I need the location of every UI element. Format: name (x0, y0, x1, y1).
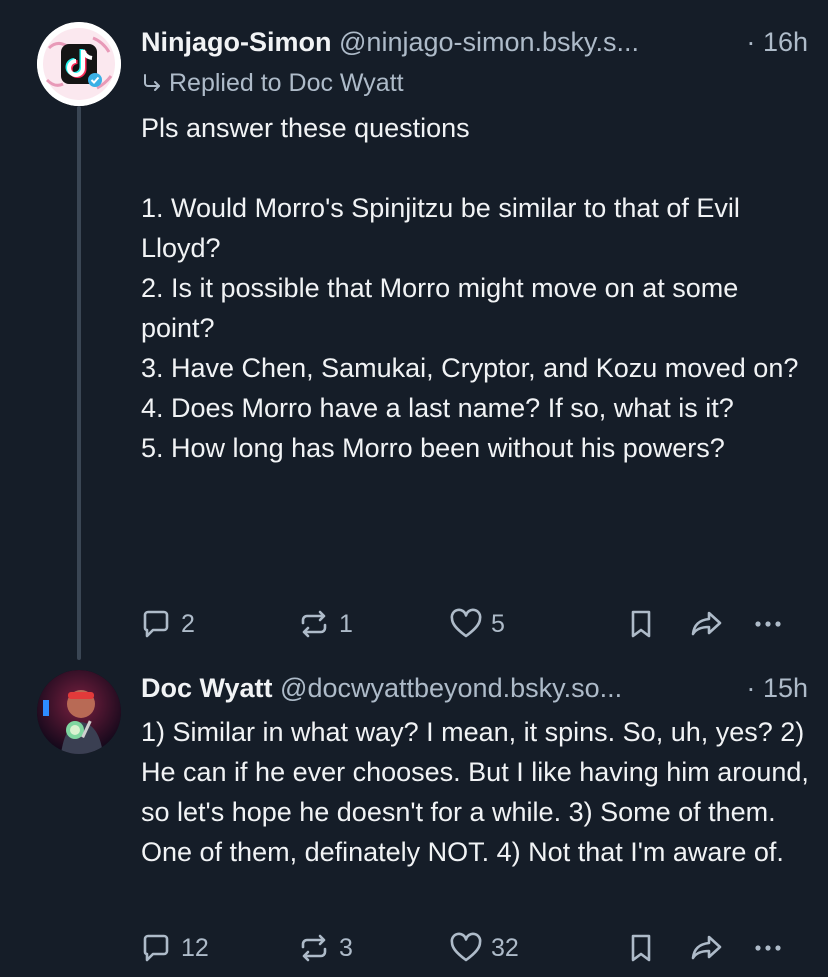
handle[interactable]: @ninjago-simon.bsky.s... (339, 27, 639, 57)
more-options-button[interactable] (751, 928, 785, 968)
avatar[interactable] (37, 22, 121, 106)
tiktok-logo-avatar (37, 22, 121, 106)
post-body: 1) Similar in what way? I mean, it spins… (141, 717, 817, 867)
reply-count: 2 (181, 609, 195, 638)
post-header: Doc Wyatt @docwyattbeyond.bsky.so... · 1… (141, 668, 808, 708)
action-bar: 12 3 32 (139, 928, 799, 968)
reply-context-label: Replied to Doc Wyatt (169, 69, 404, 97)
reply-button[interactable]: 2 (139, 604, 195, 644)
bookmark-icon (631, 934, 651, 962)
reply-arrow-icon (141, 65, 163, 101)
reply-count: 12 (181, 933, 209, 962)
more-icon (755, 945, 781, 951)
timestamp-value: 15h (762, 673, 808, 703)
more-options-button[interactable] (751, 604, 785, 644)
share-icon (691, 935, 722, 960)
avatar[interactable] (37, 670, 121, 754)
reply-button[interactable]: 12 (139, 928, 209, 968)
like-count: 5 (491, 609, 505, 638)
bookmark-button[interactable] (624, 928, 658, 968)
repost-count: 1 (339, 609, 353, 638)
more-icon (755, 621, 781, 627)
separator: · (746, 27, 756, 57)
timestamp-value: 16h (762, 27, 808, 57)
bookmark-icon (631, 610, 651, 638)
handle[interactable]: @docwyattbeyond.bsky.so... (280, 673, 622, 703)
reply-icon (143, 610, 169, 638)
separator: · (746, 673, 756, 703)
repost-button[interactable]: 1 (297, 604, 353, 644)
timestamp[interactable]: · 15h (740, 668, 808, 708)
like-count: 32 (491, 933, 519, 962)
share-button[interactable] (689, 928, 725, 968)
bookmark-button[interactable] (624, 604, 658, 644)
post-doc-wyatt[interactable]: Doc Wyatt @docwyattbeyond.bsky.so... · 1… (0, 660, 828, 977)
thread-line (77, 106, 81, 660)
post-header: Ninjago-Simon @ninjago-simon.bsky.s... ·… (141, 22, 808, 62)
share-button[interactable] (689, 604, 725, 644)
like-button[interactable]: 5 (449, 604, 505, 644)
display-name[interactable]: Ninjago-Simon (141, 27, 332, 57)
reply-context[interactable]: Replied to Doc Wyatt (141, 65, 404, 101)
timestamp[interactable]: · 16h (740, 22, 808, 62)
post-ninjago-simon[interactable]: Ninjago-Simon @ninjago-simon.bsky.s... ·… (0, 0, 828, 660)
repost-icon (301, 934, 327, 962)
reply-icon (143, 934, 169, 962)
repost-button[interactable]: 3 (297, 928, 353, 968)
display-name[interactable]: Doc Wyatt (141, 673, 273, 703)
action-bar: 2 1 5 (139, 604, 799, 644)
share-icon (691, 611, 722, 636)
repost-count: 3 (339, 933, 353, 962)
like-icon (450, 932, 482, 962)
like-icon (450, 608, 482, 638)
user-photo-avatar (37, 670, 121, 754)
repost-icon (301, 610, 327, 638)
like-button[interactable]: 32 (449, 928, 519, 968)
post-body: Pls answer these questions 1. Would Morr… (141, 113, 799, 463)
